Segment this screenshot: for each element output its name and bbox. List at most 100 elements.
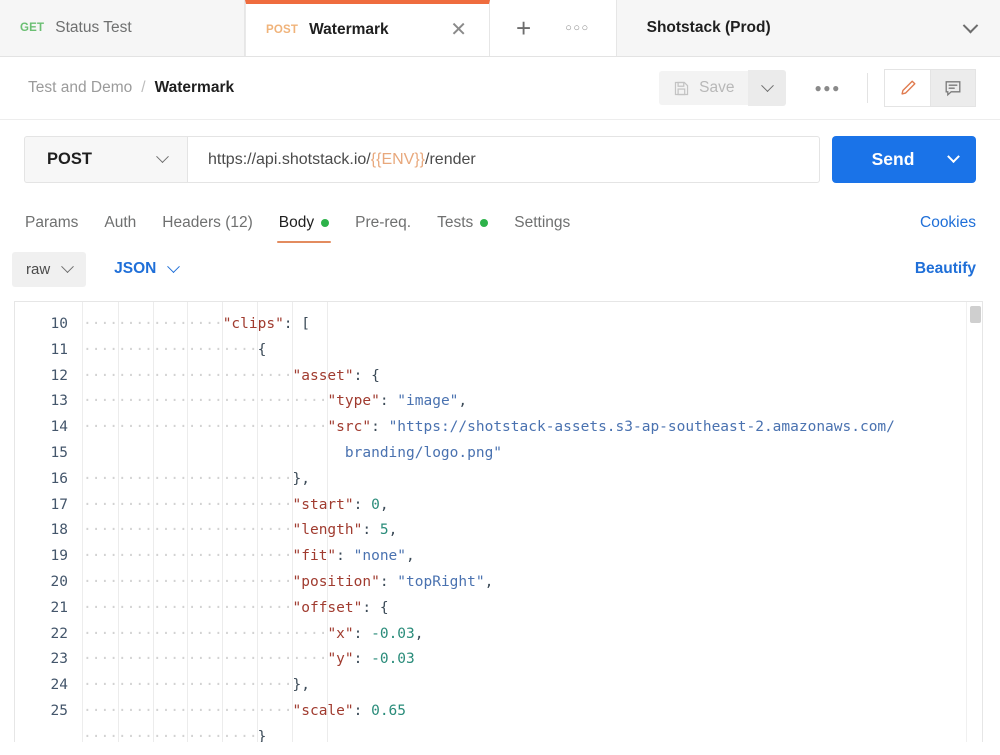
tab-method-label: GET bbox=[20, 22, 44, 34]
code-line: ····················} bbox=[83, 725, 982, 742]
line-number: 23 bbox=[15, 647, 82, 673]
send-options-button[interactable] bbox=[936, 155, 970, 164]
body-format-selector[interactable]: JSON bbox=[108, 251, 184, 287]
environment-name: Shotstack (Prod) bbox=[647, 19, 771, 37]
status-dot-icon bbox=[480, 219, 488, 227]
request-url-bar: POST https://api.shotstack.io/{{ENV}}/re… bbox=[0, 120, 1000, 201]
body-type-selector[interactable]: raw bbox=[12, 252, 86, 287]
line-number: 22 bbox=[15, 622, 82, 648]
tab-label: Pre-req. bbox=[355, 214, 411, 232]
chevron-down-icon bbox=[947, 150, 960, 163]
code-line: ····················{ bbox=[83, 338, 982, 364]
pencil-icon[interactable] bbox=[884, 69, 930, 107]
line-number: 18 bbox=[15, 518, 82, 544]
tab-pre-request[interactable]: Pre-req. bbox=[342, 214, 424, 245]
tab-body[interactable]: Body bbox=[266, 214, 342, 245]
divider bbox=[867, 73, 868, 103]
code-line-wrapped: branding/logo.png" bbox=[83, 441, 982, 467]
chevron-down-icon bbox=[761, 79, 774, 92]
url-suffix: /render bbox=[425, 151, 476, 169]
request-section-tabs: Params Auth Headers (12) Body Pre-req. T… bbox=[0, 201, 1000, 245]
send-button-group[interactable]: Send bbox=[832, 136, 976, 183]
chevron-down-icon bbox=[963, 17, 979, 33]
tab-label: Settings bbox=[514, 214, 570, 232]
breadcrumb-current: Watermark bbox=[155, 79, 235, 97]
chevron-down-icon bbox=[156, 150, 169, 163]
tab-method-label: POST bbox=[266, 24, 298, 36]
status-dot-icon bbox=[321, 219, 329, 227]
comment-icon[interactable] bbox=[930, 69, 976, 107]
line-number: 19 bbox=[15, 544, 82, 570]
tab-tests[interactable]: Tests bbox=[424, 214, 501, 245]
code-line: ····························"x": -0.03, bbox=[83, 622, 982, 648]
code-line: ························}, bbox=[83, 673, 982, 699]
tab-title-label: Watermark bbox=[309, 21, 415, 39]
line-number-gutter: 10111213141516171819202122232425 bbox=[15, 302, 83, 742]
code-line: ························"fit": "none", bbox=[83, 544, 982, 570]
chevron-down-icon bbox=[168, 260, 181, 273]
cookies-link[interactable]: Cookies bbox=[920, 214, 976, 245]
line-number: 10 bbox=[15, 312, 82, 338]
http-method-selector[interactable]: POST bbox=[24, 136, 187, 183]
tab-label: Params bbox=[25, 214, 78, 232]
request-tab-watermark[interactable]: POST Watermark ✕ bbox=[245, 0, 490, 56]
code-area[interactable]: ················"clips": [··············… bbox=[83, 302, 982, 742]
line-number: 12 bbox=[15, 364, 82, 390]
environment-selector[interactable]: Shotstack (Prod) bbox=[617, 0, 1000, 56]
http-method-label: POST bbox=[47, 150, 92, 169]
code-line: ····························"y": -0.03 bbox=[83, 647, 982, 673]
breadcrumb-folder[interactable]: Test and Demo bbox=[28, 79, 132, 97]
view-mode-group bbox=[884, 69, 976, 107]
save-label: Save bbox=[699, 79, 734, 97]
code-line: ························"offset": { bbox=[83, 596, 982, 622]
editor-scrollbar[interactable] bbox=[966, 302, 982, 742]
tab-title-label: Status Test bbox=[55, 19, 222, 37]
line-number: 11 bbox=[15, 338, 82, 364]
request-header-bar: Test and Demo / Watermark Save ●●● bbox=[0, 57, 1000, 120]
tab-label: Tests bbox=[437, 214, 473, 232]
code-line: ····························"type": "ima… bbox=[83, 389, 982, 415]
save-options-button[interactable] bbox=[748, 70, 786, 106]
tab-label: Headers (12) bbox=[162, 214, 252, 232]
request-tab-status-test[interactable]: GET Status Test bbox=[0, 0, 245, 56]
code-line: ························"asset": { bbox=[83, 364, 982, 390]
code-line: ························}, bbox=[83, 467, 982, 493]
tab-auth[interactable]: Auth bbox=[91, 214, 149, 245]
body-format-label: JSON bbox=[114, 260, 156, 278]
tab-actions-group: + ○○○ bbox=[490, 0, 617, 56]
code-line: ····························"src": "http… bbox=[83, 415, 982, 441]
request-more-menu[interactable]: ●●● bbox=[804, 75, 851, 101]
code-line: ························"start": 0, bbox=[83, 493, 982, 519]
tab-params[interactable]: Params bbox=[12, 214, 91, 245]
tab-label: Body bbox=[279, 214, 314, 232]
code-line: ························"position": "top… bbox=[83, 570, 982, 596]
code-line: ················"clips": [ bbox=[83, 312, 982, 338]
tab-more-icon[interactable]: ○○○ bbox=[565, 22, 589, 34]
line-number: 16 bbox=[15, 467, 82, 493]
scrollbar-thumb[interactable] bbox=[970, 306, 981, 323]
line-number: 13 bbox=[15, 389, 82, 415]
new-tab-icon[interactable]: + bbox=[516, 15, 531, 41]
tab-label: Auth bbox=[104, 214, 136, 232]
line-number: 24 bbox=[15, 673, 82, 699]
line-number: 25 bbox=[15, 699, 82, 725]
body-options-bar: raw JSON Beautify bbox=[0, 245, 1000, 301]
tab-settings[interactable]: Settings bbox=[501, 214, 583, 245]
save-button[interactable]: Save bbox=[659, 71, 748, 105]
line-number: 15 bbox=[15, 441, 82, 467]
close-icon[interactable]: ✕ bbox=[450, 20, 467, 40]
url-variable: {{ENV}} bbox=[371, 151, 425, 169]
code-line: ························"scale": 0.65 bbox=[83, 699, 982, 725]
code-line: ························"length": 5, bbox=[83, 518, 982, 544]
line-number: 17 bbox=[15, 493, 82, 519]
tab-headers[interactable]: Headers (12) bbox=[149, 214, 265, 245]
breadcrumb-separator: / bbox=[141, 79, 145, 97]
beautify-button[interactable]: Beautify bbox=[915, 260, 976, 278]
send-button[interactable]: Send bbox=[832, 136, 936, 183]
url-input[interactable]: https://api.shotstack.io/{{ENV}}/render bbox=[187, 136, 820, 183]
json-body-editor[interactable]: 10111213141516171819202122232425 ·······… bbox=[14, 301, 983, 742]
line-number: 20 bbox=[15, 570, 82, 596]
line-number: 14 bbox=[15, 415, 82, 441]
request-tab-bar: GET Status Test POST Watermark ✕ + ○○○ S… bbox=[0, 0, 1000, 57]
url-prefix: https://api.shotstack.io/ bbox=[208, 151, 371, 169]
